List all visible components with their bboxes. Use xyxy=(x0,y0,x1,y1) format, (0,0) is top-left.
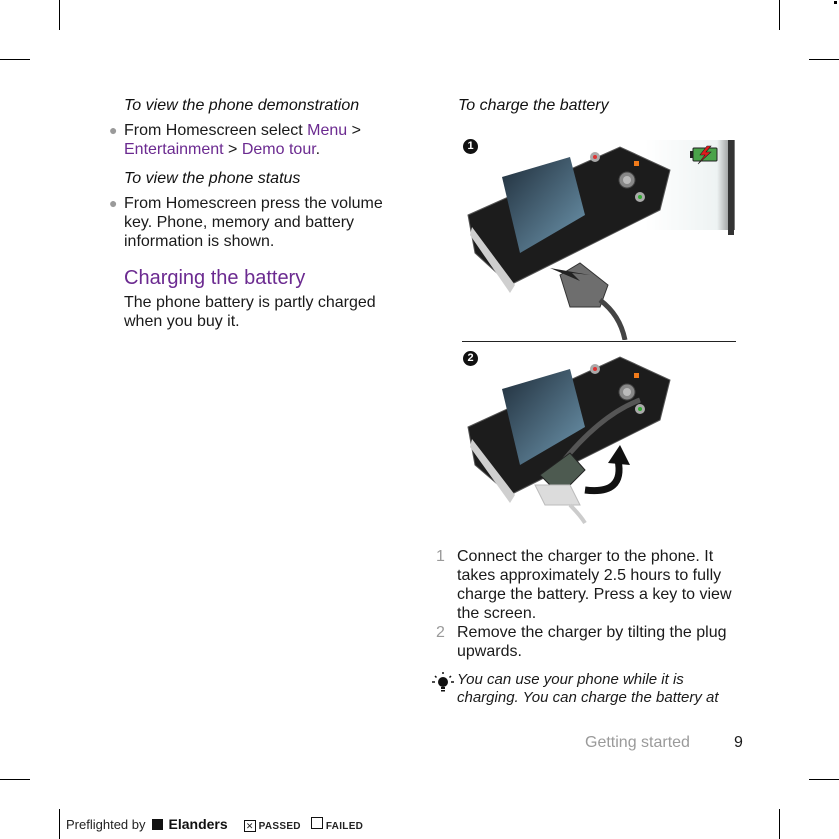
figure-remove-charger xyxy=(467,356,671,525)
demo-step-prefix: From Homescreen select xyxy=(124,122,308,139)
failed-label: FAILED xyxy=(325,820,364,832)
failed-checkbox: FAILED xyxy=(310,816,364,832)
crop-mark-bottom-left-v xyxy=(59,809,60,839)
crop-mark-bottom-right-h xyxy=(809,779,839,780)
step-2: 2 Remove the charger by tilting the plug… xyxy=(436,623,752,661)
crop-mark-top-right-h xyxy=(809,59,839,60)
status-step-text: From Homescreen press the volume key. Ph… xyxy=(124,195,383,250)
link-entertainment[interactable]: Entertainment xyxy=(124,141,224,158)
elanders-logo-icon xyxy=(151,818,163,830)
heading-view-demo: To view the phone demonstration xyxy=(124,97,360,114)
step-text: Remove the charger by tilting the plug u… xyxy=(457,624,727,660)
demo-step: ● From Homescreen select Menu > Entertai… xyxy=(109,121,409,159)
battery-charging-icon xyxy=(690,145,718,165)
crop-mark-bottom-right-v xyxy=(779,809,780,839)
preflight-stamp: Preflighted by Elanders ✕ PASSED FAILED xyxy=(66,816,363,832)
link-menu[interactable]: Menu xyxy=(307,122,347,139)
section-title: Charging the battery xyxy=(124,267,306,289)
section-body: The phone battery is partly charged when… xyxy=(124,294,376,330)
charger-plug xyxy=(550,262,628,340)
step-number: 2 xyxy=(436,624,445,641)
lightbulb-tip-icon xyxy=(432,672,454,692)
crop-mark-top-left-v xyxy=(59,0,60,30)
footer-section-name: Getting started xyxy=(585,734,690,751)
separator: > xyxy=(347,122,361,139)
step-number: 1 xyxy=(436,548,445,565)
passed-checkbox: ✕ PASSED xyxy=(243,817,301,832)
checkbox-checked-icon: ✕ xyxy=(243,819,256,832)
crop-mark-top-left-h xyxy=(0,59,30,60)
checkbox-empty-icon xyxy=(310,816,323,829)
passed-label: PASSED xyxy=(258,820,301,832)
figure-divider xyxy=(462,341,736,342)
figure-connect-charger xyxy=(467,140,735,340)
heading-view-status: To view the phone status xyxy=(124,170,301,187)
preflight-brand: Elanders xyxy=(168,816,228,832)
crop-mark-dot xyxy=(834,1,837,4)
crop-mark-bottom-left-h xyxy=(0,779,30,780)
crop-mark-top-right-v xyxy=(779,0,780,30)
separator: > xyxy=(223,141,242,158)
bullet-icon: ● xyxy=(109,122,118,138)
preflight-label: Preflighted by xyxy=(66,816,146,832)
status-step: ● From Homescreen press the volume key. … xyxy=(109,194,409,251)
bullet-icon: ● xyxy=(109,195,118,211)
heading-charge-battery: To charge the battery xyxy=(458,97,609,114)
link-demo-tour[interactable]: Demo tour xyxy=(242,141,316,158)
tip-text: You can use your phone while it is charg… xyxy=(457,671,719,706)
step-text: Connect the charger to the phone. It tak… xyxy=(457,548,732,622)
step-1: 1 Connect the charger to the phone. It t… xyxy=(436,547,752,623)
footer-page-number: 9 xyxy=(734,734,743,751)
demo-step-suffix: . xyxy=(315,141,321,158)
